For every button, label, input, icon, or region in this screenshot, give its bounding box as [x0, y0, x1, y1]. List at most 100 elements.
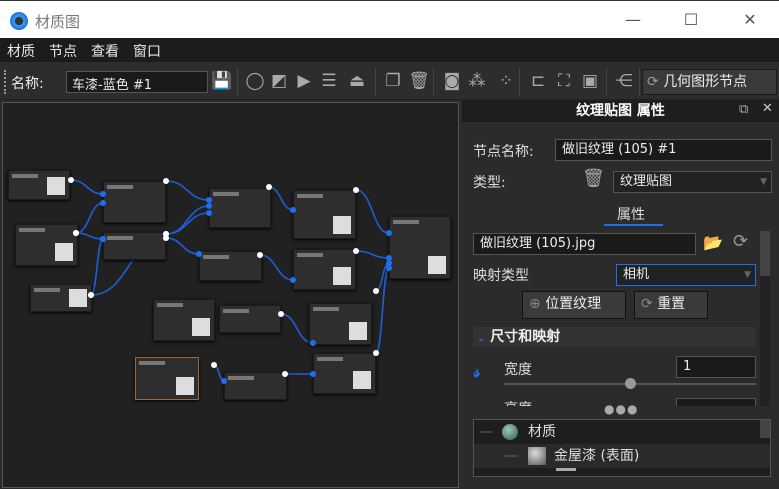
toolbar-separator — [639, 68, 640, 96]
graph-node[interactable] — [199, 251, 262, 281]
menu-window[interactable]: 窗口 — [126, 38, 168, 64]
node-port[interactable] — [310, 340, 316, 346]
graph-node[interactable] — [313, 353, 376, 394]
node-port[interactable] — [206, 210, 212, 216]
node-port[interactable] — [257, 252, 263, 258]
fit-icon[interactable]: ⛶ — [553, 70, 575, 92]
node-port[interactable] — [386, 265, 392, 271]
place-texture-button[interactable]: ⊕ 位置纹理 — [522, 291, 626, 319]
tree-scrollbar[interactable] — [760, 420, 770, 438]
tree-item-metal-paint[interactable]: — 金屋漆 (表面) — [474, 444, 770, 468]
node-port[interactable] — [163, 178, 169, 184]
node-port[interactable] — [266, 184, 272, 190]
node-port[interactable] — [100, 191, 106, 197]
toolbar-separator — [433, 68, 434, 96]
node-port[interactable] — [310, 371, 316, 377]
node-port[interactable] — [282, 371, 288, 377]
node-port[interactable] — [221, 378, 227, 384]
sliders-icon[interactable]: ☰ — [318, 70, 340, 92]
menu-node[interactable]: 节点 — [42, 38, 84, 64]
layout-icon[interactable]: ⊏ — [527, 70, 549, 92]
node-port[interactable] — [290, 207, 296, 213]
graph-node[interactable] — [103, 181, 166, 223]
play-icon[interactable]: ▶ — [293, 70, 315, 92]
node-port[interactable] — [353, 187, 359, 193]
graph-node[interactable] — [103, 232, 166, 260]
menu-material[interactable]: 材质 — [0, 38, 42, 64]
close-button[interactable]: ✕ — [727, 7, 773, 33]
height-input[interactable] — [676, 398, 756, 406]
graph-node[interactable] — [309, 303, 372, 345]
node-port[interactable] — [88, 292, 94, 298]
texture-file-input[interactable]: 做旧纹理 (105).jpg — [473, 233, 696, 255]
node-name-input[interactable]: 做旧纹理 (105) #1 — [555, 139, 772, 161]
graph-node[interactable] — [15, 224, 78, 266]
node-wire — [355, 250, 390, 259]
mapping-type-select[interactable]: 相机 ▼ — [616, 264, 756, 286]
panel-scrollbar[interactable] — [760, 231, 770, 411]
splitter-handle[interactable]: ●●● — [604, 402, 638, 416]
checker-icon[interactable]: ◩ — [268, 70, 290, 92]
node-c-icon[interactable]: ⁘ — [495, 70, 517, 92]
graph-node[interactable] — [30, 284, 92, 312]
weight-icon[interactable]: ⏏ — [346, 70, 368, 92]
graph-node[interactable] — [224, 372, 287, 400]
menu-view[interactable]: 查看 — [84, 38, 126, 64]
node-b-icon[interactable]: ⁂ — [466, 70, 488, 92]
tree-item-material[interactable]: — 材质 — [474, 420, 770, 444]
reset-label: 重置 — [657, 296, 686, 312]
graph-node[interactable] — [219, 305, 281, 333]
float-icon[interactable]: ⧉ — [739, 102, 748, 117]
material-name-input[interactable]: 车漆-蓝色 #1 — [66, 71, 208, 93]
geometry-node-button[interactable]: ⟳ 几何图形节点 — [642, 69, 777, 95]
node-port[interactable] — [290, 277, 296, 283]
node-port[interactable] — [100, 236, 106, 242]
maximize-button[interactable]: ☐ — [668, 7, 714, 33]
link-icon[interactable]: 𝓈 — [474, 362, 480, 382]
node-graph-canvas[interactable] — [2, 102, 459, 488]
window-title: 材质图 — [35, 13, 81, 31]
type-select[interactable]: 纹理贴图 ▼ — [613, 171, 772, 193]
graph-node[interactable] — [135, 357, 199, 400]
metal-sphere-icon — [528, 447, 546, 465]
graph-node[interactable] — [293, 190, 356, 239]
crosshair-icon: ⊕ — [529, 296, 541, 312]
section-size-mapping[interactable]: ⌄ 尺寸和映射 — [473, 327, 756, 347]
node-port[interactable] — [373, 350, 379, 356]
tab-properties[interactable]: 属性 — [617, 204, 645, 224]
save-icon[interactable]: 💾 — [211, 70, 233, 92]
zoom-100-icon[interactable]: ▣ — [579, 70, 601, 92]
reload-icon[interactable]: ⟳ — [733, 231, 748, 252]
width-slider-thumb[interactable] — [625, 378, 636, 389]
node-name-label: 节点名称: — [473, 144, 534, 160]
node-port[interactable] — [73, 230, 79, 236]
sphere-preview-icon[interactable]: ◯ — [244, 70, 266, 92]
node-port[interactable] — [100, 200, 106, 206]
minimize-button[interactable]: — — [610, 7, 656, 33]
trash-icon[interactable]: 🗑 — [582, 168, 605, 189]
node-port[interactable] — [373, 288, 379, 294]
graph-node[interactable] — [8, 170, 70, 200]
reset-button[interactable]: ⟳ 重置 — [634, 291, 708, 319]
node-port[interactable] — [163, 235, 169, 241]
graph-node[interactable] — [153, 299, 215, 341]
node-port[interactable] — [206, 203, 212, 209]
node-a-icon[interactable]: ◙ — [441, 70, 463, 92]
node-port[interactable] — [68, 177, 74, 183]
width-input[interactable]: 1 — [676, 356, 756, 378]
copy-icon[interactable]: ❐ — [382, 70, 404, 92]
split-icon[interactable]: ⋲ — [613, 70, 635, 92]
graph-node[interactable] — [209, 188, 271, 228]
node-port[interactable] — [211, 362, 217, 368]
trash-icon[interactable]: 🗑 — [408, 70, 430, 92]
toolbar-grip[interactable] — [4, 70, 6, 94]
folder-open-icon[interactable]: 📂 — [703, 233, 723, 252]
scrollbar-thumb[interactable] — [760, 231, 770, 276]
panel-close-icon[interactable]: ✕ — [762, 101, 773, 116]
node-port[interactable] — [353, 248, 359, 254]
node-port[interactable] — [278, 311, 284, 317]
graph-node[interactable] — [293, 249, 356, 290]
node-port[interactable] — [196, 251, 202, 257]
graph-node[interactable] — [389, 216, 451, 279]
node-port[interactable] — [386, 230, 392, 236]
